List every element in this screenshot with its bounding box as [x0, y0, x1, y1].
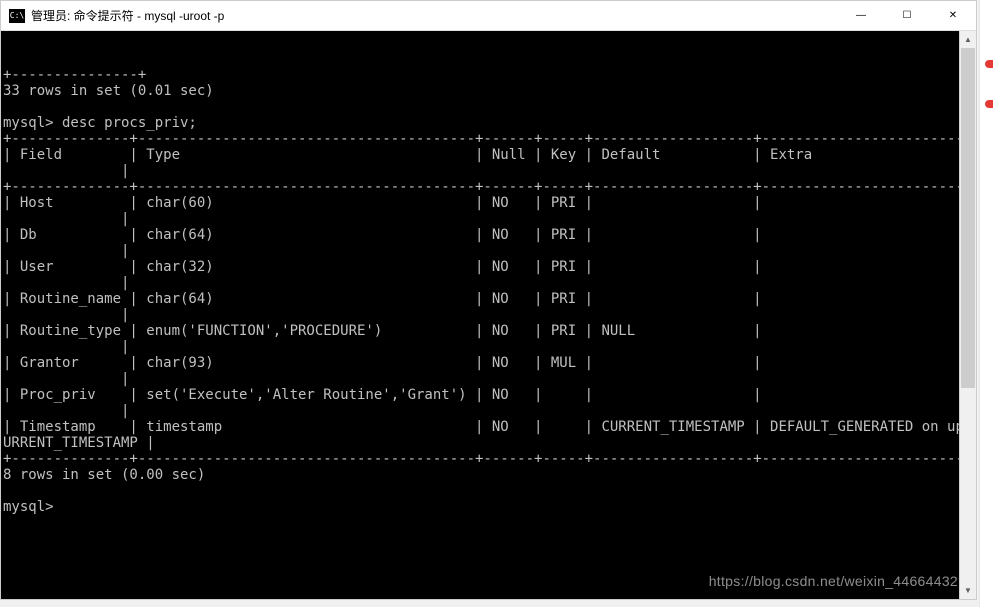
- table-row: |: [3, 339, 129, 355]
- table-row: |: [3, 403, 129, 419]
- scrollbar-down-icon[interactable]: ▼: [960, 582, 976, 599]
- table-row: | Timestamp | timestamp | NO | | CURRENT…: [3, 419, 976, 435]
- table-row: | Proc_priv | set('Execute','Alter Routi…: [3, 387, 976, 403]
- table-header: | Field | Type | Null | Key | Default | …: [3, 147, 976, 163]
- table-row: | Host | char(60) | NO | PRI | | |: [3, 195, 976, 211]
- table-row: | Routine_type | enum('FUNCTION','PROCED…: [3, 323, 976, 339]
- terminal-output: +---------------+ 33 rows in set (0.01 s…: [1, 67, 976, 515]
- output-line: 33 rows in set (0.01 sec): [3, 83, 214, 99]
- terminal-area[interactable]: +---------------+ 33 rows in set (0.01 s…: [1, 31, 976, 599]
- minimize-button[interactable]: —: [838, 1, 884, 30]
- result-summary: 8 rows in set (0.00 sec): [3, 467, 205, 483]
- page-edge-decoration: [979, 0, 993, 607]
- watermark-text: https://blog.csdn.net/weixin_44664432: [709, 573, 958, 589]
- mysql-prompt: mysql> desc procs_priv;: [3, 115, 197, 131]
- table-row: | Grantor | char(93) | NO | MUL | | |: [3, 355, 976, 371]
- window-controls: — ☐ ✕: [838, 1, 976, 30]
- table-row: |: [3, 307, 129, 323]
- table-border: +--------------+------------------------…: [3, 131, 976, 147]
- table-row: | User | char(32) | NO | PRI | | |: [3, 259, 976, 275]
- table-row: |: [3, 275, 129, 291]
- table-row: |: [3, 371, 129, 387]
- table-row: |: [3, 211, 129, 227]
- mysql-prompt[interactable]: mysql>: [3, 499, 54, 515]
- table-row: |: [3, 243, 129, 259]
- command-prompt-window: C:\ 管理员: 命令提示符 - mysql -uroot -p — ☐ ✕ +…: [0, 0, 977, 600]
- maximize-button[interactable]: ☐: [884, 1, 930, 30]
- marker-icon: [985, 60, 993, 68]
- close-button[interactable]: ✕: [930, 1, 976, 30]
- scrollbar-up-icon[interactable]: ▲: [960, 31, 976, 48]
- cmd-icon: C:\: [9, 9, 25, 23]
- table-border: +--------------+------------------------…: [3, 451, 976, 467]
- output-line: +---------------+: [3, 67, 146, 83]
- vertical-scrollbar[interactable]: ▲ ▼: [959, 31, 976, 599]
- window-title: 管理员: 命令提示符 - mysql -uroot -p: [31, 7, 838, 24]
- scrollbar-thumb[interactable]: [961, 48, 975, 388]
- table-row: | Db | char(64) | NO | PRI | | |: [3, 227, 976, 243]
- marker-icon: [985, 100, 993, 108]
- table-header: |: [3, 163, 129, 179]
- table-row: URRENT_TIMESTAMP |: [3, 435, 155, 451]
- titlebar[interactable]: C:\ 管理员: 命令提示符 - mysql -uroot -p — ☐ ✕: [1, 1, 976, 31]
- table-row: | Routine_name | char(64) | NO | PRI | |…: [3, 291, 976, 307]
- table-border: +--------------+------------------------…: [3, 179, 976, 195]
